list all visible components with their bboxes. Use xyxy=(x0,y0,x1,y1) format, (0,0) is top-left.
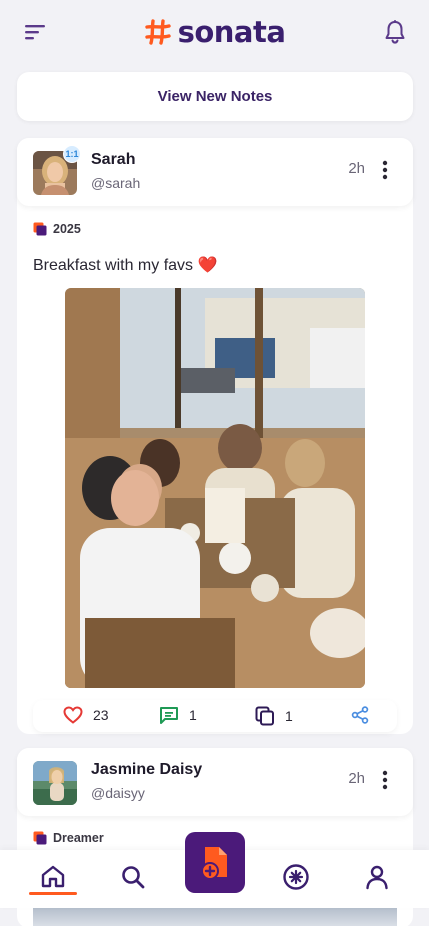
heart-icon xyxy=(63,706,83,724)
more-options-icon[interactable] xyxy=(377,769,393,791)
comment-count: 1 xyxy=(189,707,197,723)
more-options-icon[interactable] xyxy=(377,159,393,181)
search-icon[interactable] xyxy=(118,862,148,892)
author-handle: @daisyy xyxy=(91,785,145,801)
author-name[interactable]: Sarah xyxy=(91,151,135,169)
like-count: 23 xyxy=(93,707,109,723)
bell-icon[interactable] xyxy=(383,19,407,45)
author-name[interactable]: Jasmine Daisy xyxy=(91,761,202,779)
comment-button[interactable]: 1 xyxy=(159,706,197,724)
active-tab-indicator xyxy=(29,892,77,895)
comment-icon xyxy=(160,707,178,724)
collect-count: 1 xyxy=(285,708,293,724)
avatar[interactable] xyxy=(33,761,77,805)
collection-stack-icon xyxy=(255,706,274,726)
collection-tag[interactable]: Dreamer xyxy=(33,831,104,845)
author-handle: @sarah xyxy=(91,175,141,191)
post-photo[interactable] xyxy=(65,288,365,688)
collection-icon xyxy=(33,831,47,845)
collection-name: 2025 xyxy=(53,222,81,236)
post-photo-preview[interactable] xyxy=(33,908,397,926)
post-card: 1:1 Sarah @sarah 2h 2025 Breakfast with … xyxy=(17,138,413,734)
collection-icon xyxy=(33,222,47,236)
app-name: sonata xyxy=(177,15,286,49)
collection-name: Dreamer xyxy=(53,831,104,845)
collect-button[interactable]: 1 xyxy=(255,706,293,726)
post-text: Breakfast with my favs ❤️ xyxy=(33,257,218,274)
create-note-button[interactable] xyxy=(185,832,245,893)
like-button[interactable]: 23 xyxy=(63,706,109,724)
explore-icon[interactable] xyxy=(281,862,311,892)
one-on-one-badge: 1:1 xyxy=(63,145,81,163)
post-header: Jasmine Daisy @daisyy 2h xyxy=(17,748,413,816)
post-actions: 23 1 1 xyxy=(33,700,397,732)
share-icon xyxy=(351,706,369,724)
post-header: 1:1 Sarah @sarah 2h xyxy=(17,138,413,206)
view-new-notes-button[interactable]: View New Notes xyxy=(17,72,413,121)
menu-icon[interactable] xyxy=(24,21,46,43)
app-logo: sonata xyxy=(144,15,286,49)
app-header: sonata xyxy=(0,0,429,64)
create-note-icon xyxy=(201,846,227,880)
sonata-mark-icon xyxy=(144,19,171,45)
share-button[interactable] xyxy=(351,706,369,724)
post-time: 2h xyxy=(348,160,365,177)
bottom-navigation xyxy=(0,832,429,908)
collection-tag[interactable]: 2025 xyxy=(33,222,81,236)
profile-icon[interactable] xyxy=(362,862,392,892)
home-icon[interactable] xyxy=(38,862,68,892)
post-time: 2h xyxy=(348,770,365,787)
